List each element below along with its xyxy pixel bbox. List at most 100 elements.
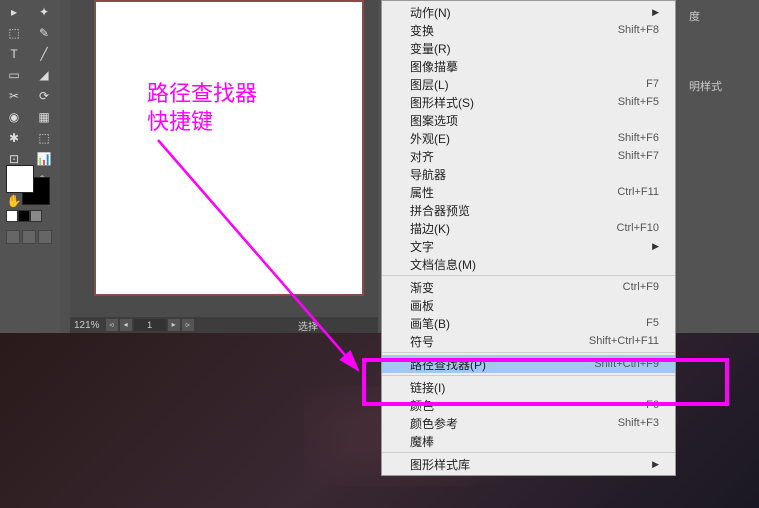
menu-item-shortcut: Shift+F5 — [618, 96, 659, 108]
tool-4-0[interactable]: ✂ — [0, 86, 28, 106]
tool-4-1[interactable]: ⟳ — [30, 86, 58, 106]
menu-item-24[interactable]: 图形样式库 ▶ — [382, 455, 675, 473]
tool-0-1[interactable]: ✦ — [30, 2, 58, 22]
menu-item-16[interactable]: 画板 — [382, 296, 675, 314]
menu-item-shortcut: Shift+Ctrl+F11 — [589, 335, 659, 347]
artboard[interactable] — [94, 0, 364, 296]
menu-item-label: 图案选项 — [410, 112, 458, 129]
menu-item-label: 图像描摹 — [410, 58, 458, 75]
swatch-gray[interactable] — [30, 210, 42, 222]
rightpanel-item-0[interactable]: 度 — [683, 4, 755, 28]
menu-item-5[interactable]: 图形样式(S) Shift+F5 — [382, 93, 675, 111]
tool-0-0[interactable]: ▸ — [0, 2, 28, 22]
swatch-white[interactable] — [6, 210, 18, 222]
tool-5-1[interactable]: ▦ — [30, 107, 58, 127]
tool-1-1[interactable]: ✎ — [30, 23, 58, 43]
menu-item-label: 变量(R) — [410, 40, 451, 57]
canvas-area — [70, 0, 378, 318]
menu-item-label: 魔棒 — [410, 433, 434, 450]
menu-item-label: 外观(E) — [410, 130, 450, 147]
tool-3-0[interactable]: ▭ — [0, 65, 28, 85]
menu-item-17[interactable]: 画笔(B) F5 — [382, 314, 675, 332]
menu-item-10[interactable]: 属性Ctrl+F11 — [382, 183, 675, 201]
menu-item-label: 符号 — [410, 333, 434, 350]
tool-panel: ▸✦⬚✎T╱▭◢✂⟳◉▦✱⬚⊡📊⊟✎✋🔍 — [0, 0, 60, 333]
menu-item-label: 描边(K) — [410, 220, 450, 237]
menu-item-shortcut: Shift+Ctrl+F9 — [594, 358, 659, 370]
menu-item-shortcut: F7 — [646, 78, 659, 90]
swatch-row — [6, 210, 42, 222]
pager-input[interactable]: 1 — [134, 319, 166, 331]
submenu-arrow-icon: ▶ — [652, 459, 659, 470]
menu-item-shortcut: F5 — [646, 317, 659, 329]
menu-item-label: 导航器 — [410, 166, 446, 183]
menu-item-14[interactable]: 文档信息(M) — [382, 255, 675, 273]
tool-5-0[interactable]: ◉ — [0, 107, 28, 127]
menu-item-22[interactable]: 颜色参考Shift+F3 — [382, 414, 675, 432]
menu-item-4[interactable]: 图层(L)F7 — [382, 75, 675, 93]
menu-item-3[interactable]: 图像描摹 — [382, 57, 675, 75]
pager-next[interactable]: ▸ — [168, 319, 180, 331]
menu-item-2[interactable]: 变量(R) — [382, 39, 675, 57]
menu-item-label: 图形样式(S) — [410, 94, 474, 111]
menu-item-label: 颜色 — [410, 397, 434, 414]
menu-item-label: 对齐 — [410, 148, 434, 165]
menu-item-19[interactable]: 路径查找器(P) Shift+Ctrl+F9 — [382, 355, 675, 373]
menu-item-18[interactable]: 符号 Shift+Ctrl+F11 — [382, 332, 675, 350]
pager-prev[interactable]: ◂ — [120, 319, 132, 331]
menu-item-6[interactable]: 图案选项 — [382, 111, 675, 129]
mini-icon-2[interactable] — [22, 230, 36, 244]
menu-item-label: 文字 — [410, 238, 434, 255]
zoom-level[interactable]: 121% — [74, 320, 100, 331]
menu-item-shortcut: Shift+F6 — [618, 132, 659, 144]
menu-item-23[interactable]: 魔棒 — [382, 432, 675, 450]
menu-item-0[interactable]: 动作(N)▶ — [382, 3, 675, 21]
tool-6-1[interactable]: ⬚ — [30, 128, 58, 148]
menu-separator — [382, 452, 675, 453]
menu-item-shortcut: Ctrl+F10 — [617, 222, 660, 234]
menu-item-1[interactable]: 变换Shift+F8 — [382, 21, 675, 39]
tool-1-0[interactable]: ⬚ — [0, 23, 28, 43]
mini-icons — [6, 230, 52, 244]
menu-item-11[interactable]: 拼合器预览 — [382, 201, 675, 219]
tool-6-0[interactable]: ✱ — [0, 128, 28, 148]
status-bar: 121% ⪦ ◂ 1 ▸ ⪧ 选择 — [70, 317, 378, 333]
menu-item-12[interactable]: 描边(K) Ctrl+F10 — [382, 219, 675, 237]
menu-item-15[interactable]: 渐变Ctrl+F9 — [382, 278, 675, 296]
menu-separator — [382, 352, 675, 353]
submenu-arrow-icon: ▶ — [652, 241, 659, 252]
menu-item-label: 图形样式库 — [410, 456, 470, 473]
window-menu: 动作(N)▶变换Shift+F8变量(R)图像描摹图层(L)F7图形样式(S)S… — [381, 0, 676, 476]
status-right-label: 选择 — [298, 318, 318, 333]
menu-item-13[interactable]: 文字 ▶ — [382, 237, 675, 255]
color-well[interactable] — [6, 165, 50, 205]
menu-item-label: 变换 — [410, 22, 434, 39]
menu-item-label: 动作(N) — [410, 4, 451, 21]
pager-last[interactable]: ⪧ — [182, 319, 194, 331]
menu-item-20[interactable]: 链接(I) — [382, 378, 675, 396]
menu-item-label: 颜色参考 — [410, 415, 458, 432]
mini-icon-3[interactable] — [38, 230, 52, 244]
menu-item-9[interactable]: 导航器 — [382, 165, 675, 183]
tool-2-1[interactable]: ╱ — [30, 44, 58, 64]
menu-item-shortcut: Ctrl+F11 — [617, 186, 659, 198]
rightpanel-item-1[interactable]: 明样式 — [683, 74, 755, 98]
menu-item-21[interactable]: 颜色F6 — [382, 396, 675, 414]
menu-separator — [382, 375, 675, 376]
menu-item-7[interactable]: 外观(E) Shift+F6 — [382, 129, 675, 147]
menu-item-8[interactable]: 对齐 Shift+F7 — [382, 147, 675, 165]
tool-3-1[interactable]: ◢ — [30, 65, 58, 85]
swatch-black[interactable] — [18, 210, 30, 222]
menu-item-label: 路径查找器(P) — [410, 356, 486, 373]
mini-icon-1[interactable] — [6, 230, 20, 244]
menu-separator — [382, 275, 675, 276]
pager-first[interactable]: ⪦ — [106, 319, 118, 331]
menu-item-label: 链接(I) — [410, 379, 445, 396]
right-panel: 度 明样式 — [679, 0, 759, 333]
menu-item-label: 拼合器预览 — [410, 202, 470, 219]
menu-item-shortcut: Ctrl+F9 — [623, 281, 659, 293]
menu-item-label: 画笔(B) — [410, 315, 450, 332]
menu-item-shortcut: Shift+F7 — [618, 150, 659, 162]
foreground-color-swatch[interactable] — [6, 165, 34, 193]
tool-2-0[interactable]: T — [0, 44, 28, 64]
